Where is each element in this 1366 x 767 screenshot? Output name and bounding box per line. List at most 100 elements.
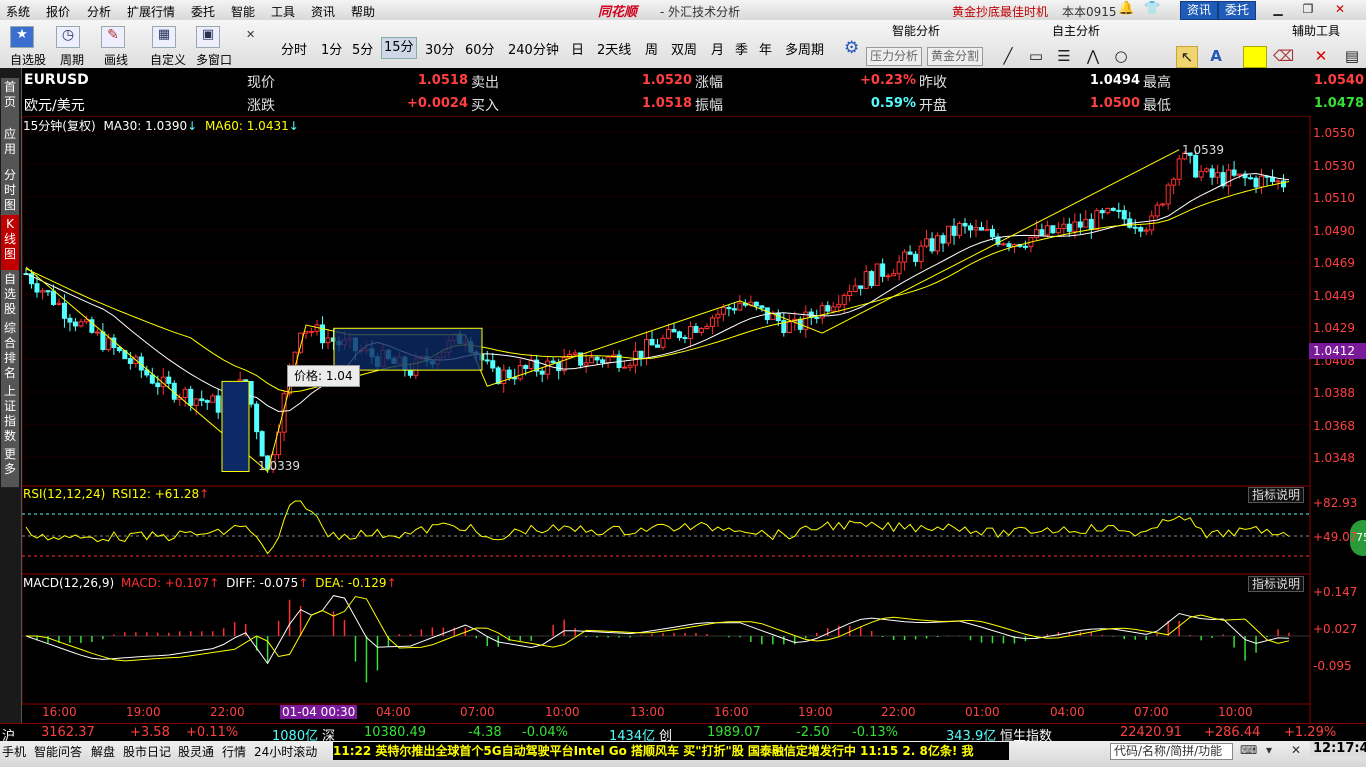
period-clock-icon[interactable]: ◷ bbox=[56, 26, 80, 48]
period-240m[interactable]: 240分钟 bbox=[508, 39, 559, 58]
candle-body bbox=[924, 238, 930, 247]
toolbar-label-draw[interactable]: 画线 bbox=[104, 51, 128, 68]
multi-window-icon[interactable]: ▣ bbox=[196, 26, 220, 48]
shirt-icon[interactable]: 👕 bbox=[1144, 1, 1160, 16]
status-linglong[interactable]: 股灵通 bbox=[178, 743, 214, 760]
rsi-explain-button[interactable]: 指标说明 bbox=[1248, 487, 1305, 503]
status-mobile[interactable]: 手机 bbox=[2, 743, 26, 760]
status-diary[interactable]: 股市日记 bbox=[123, 743, 171, 760]
sh-value[interactable]: 3162.37 bbox=[41, 725, 95, 740]
user-name[interactable]: 本本0915 bbox=[1062, 3, 1117, 20]
menu-help[interactable]: 帮助 bbox=[351, 3, 375, 20]
sz-value[interactable]: 10380.49 bbox=[364, 725, 426, 740]
left-tab-1[interactable]: 应 用 bbox=[1, 125, 19, 168]
status-bar: 手机 智能问答 解盘 股市日记 股灵通 行情 24小时滚动 11:22 英特尔推… bbox=[0, 741, 1366, 767]
period-1m[interactable]: 1分 bbox=[321, 39, 342, 58]
left-tab-2[interactable]: 分 时 图 bbox=[1, 166, 19, 217]
period-week[interactable]: 周 bbox=[645, 39, 658, 58]
symbol-code: EURUSD bbox=[24, 72, 89, 88]
color-picker[interactable] bbox=[1243, 46, 1267, 68]
trade-button[interactable]: 委托 bbox=[1218, 1, 1257, 20]
status-24h[interactable]: 24小时滚动 bbox=[254, 743, 317, 760]
bell-icon[interactable]: 🔔 bbox=[1118, 1, 1134, 16]
eraser-icon[interactable]: ⌫ bbox=[1273, 46, 1294, 66]
code-search-input[interactable]: 代码/名称/简拼/功能 bbox=[1110, 743, 1233, 760]
more-tools-icon[interactable]: ▤ bbox=[1342, 46, 1362, 66]
left-tab-7[interactable]: 更 多 bbox=[1, 445, 19, 488]
rsi-value: RSI12: +61.28 bbox=[112, 487, 200, 501]
candle-body bbox=[660, 337, 666, 348]
status-analysis[interactable]: 解盘 bbox=[91, 743, 115, 760]
cursor-tool-icon[interactable]: ↖ bbox=[1176, 46, 1198, 68]
status-market[interactable]: 行情 bbox=[222, 743, 246, 760]
candle-body bbox=[825, 305, 831, 312]
toolbar-label-watchlist[interactable]: 自选股 bbox=[10, 51, 46, 68]
macd-explain-button[interactable]: 指标说明 bbox=[1248, 576, 1305, 592]
dropdown-arrow-icon[interactable]: ▾ bbox=[1266, 743, 1272, 757]
period-tick[interactable]: 分时 bbox=[281, 39, 307, 58]
left-tab-4[interactable]: 自 选 股 bbox=[1, 270, 19, 321]
line-tool-icon[interactable]: ╱ bbox=[998, 46, 1018, 66]
toolbar-label-period[interactable]: 周期 bbox=[60, 51, 84, 68]
candle-body bbox=[166, 376, 172, 384]
text-tool-icon[interactable]: A bbox=[1206, 46, 1226, 66]
candle-body bbox=[182, 388, 188, 398]
kline-chart[interactable] bbox=[22, 116, 1366, 723]
toolbar-label-custom[interactable]: 自定义 bbox=[150, 51, 186, 68]
settings-gear-icon[interactable]: ⚙ bbox=[844, 38, 859, 58]
period-2day[interactable]: 2天线 bbox=[597, 39, 631, 58]
left-tab-5[interactable]: 综 合 排 名 bbox=[1, 319, 19, 384]
restore-icon[interactable]: ❐ bbox=[1298, 2, 1318, 17]
period-30m[interactable]: 30分 bbox=[425, 39, 455, 58]
promo-link[interactable]: 黄金抄底最佳时机 bbox=[952, 3, 1048, 20]
menu-analysis[interactable]: 分析 bbox=[87, 3, 111, 20]
candle-body bbox=[193, 398, 199, 406]
index-bar: 沪 3162.37 +3.58 +0.11% 1080亿 深 10380.49 … bbox=[0, 723, 1366, 744]
golden-section-button[interactable]: 黄金分割 bbox=[927, 47, 984, 66]
menu-extended[interactable]: 扩展行情 bbox=[127, 3, 175, 20]
delete-icon[interactable]: ✕ bbox=[1311, 46, 1331, 66]
circle-tool-icon[interactable]: ○ bbox=[1111, 46, 1131, 66]
period-biweek[interactable]: 双周 bbox=[671, 39, 697, 58]
period-month[interactable]: 月 bbox=[711, 39, 724, 58]
minimize-icon[interactable]: ▁ bbox=[1268, 2, 1288, 17]
menu-quote[interactable]: 报价 bbox=[46, 3, 70, 20]
candle-body bbox=[600, 359, 606, 364]
hk-value[interactable]: 22420.91 bbox=[1120, 725, 1182, 740]
candle-body bbox=[874, 263, 880, 286]
candle-body bbox=[1237, 173, 1243, 176]
wave-tool-icon[interactable]: ⋀ bbox=[1083, 46, 1103, 66]
news-button[interactable]: 资讯 bbox=[1180, 1, 1219, 20]
period-day[interactable]: 日 bbox=[571, 39, 584, 58]
left-tab-0[interactable]: 首 页 bbox=[1, 78, 19, 127]
left-tab-6[interactable]: 上 证 指 数 bbox=[1, 382, 19, 447]
diff-value: DIFF: -0.075 bbox=[226, 576, 299, 590]
period-15m[interactable]: 15分 bbox=[381, 37, 417, 59]
menu-trade[interactable]: 委托 bbox=[191, 3, 215, 20]
draw-pencil-icon[interactable]: ✎ bbox=[101, 26, 125, 48]
menu-system[interactable]: 系统 bbox=[6, 3, 30, 20]
toolbar-close-icon[interactable]: ✕ bbox=[246, 28, 255, 41]
left-tab-3[interactable]: K 线 图 bbox=[1, 215, 19, 272]
status-qa[interactable]: 智能问答 bbox=[34, 743, 82, 760]
period-year[interactable]: 年 bbox=[759, 39, 772, 58]
menu-tools[interactable]: 工具 bbox=[271, 3, 295, 20]
favorites-star-icon[interactable]: ★ bbox=[10, 26, 34, 48]
fib-tool-icon[interactable]: ☰ bbox=[1054, 46, 1074, 66]
period-multi[interactable]: 多周期 bbox=[785, 39, 824, 58]
menu-smart[interactable]: 智能 bbox=[231, 3, 255, 20]
keyboard-icon[interactable]: ⌨ bbox=[1240, 743, 1257, 757]
pressure-analysis-button[interactable]: 压力分析 bbox=[866, 47, 923, 66]
custom-layout-icon[interactable]: ▦ bbox=[152, 26, 176, 48]
toolbar-label-multiwin[interactable]: 多窗口 bbox=[196, 51, 232, 68]
news-ticker[interactable]: 11:22 英特尔推出全球首个5G自动驾驶平台Intel Go 搭顺风车 买"打… bbox=[333, 742, 1009, 760]
cy-value[interactable]: 1989.07 bbox=[707, 725, 761, 740]
collapse-icon[interactable]: ✕ bbox=[1291, 743, 1301, 757]
period-5m[interactable]: 5分 bbox=[352, 39, 373, 58]
period-quarter[interactable]: 季 bbox=[735, 39, 748, 58]
candle-body bbox=[72, 321, 78, 327]
close-icon[interactable]: ✕ bbox=[1330, 2, 1350, 17]
rect-tool-icon[interactable]: ▭ bbox=[1026, 46, 1046, 66]
menu-news[interactable]: 资讯 bbox=[311, 3, 335, 20]
period-60m[interactable]: 60分 bbox=[465, 39, 495, 58]
